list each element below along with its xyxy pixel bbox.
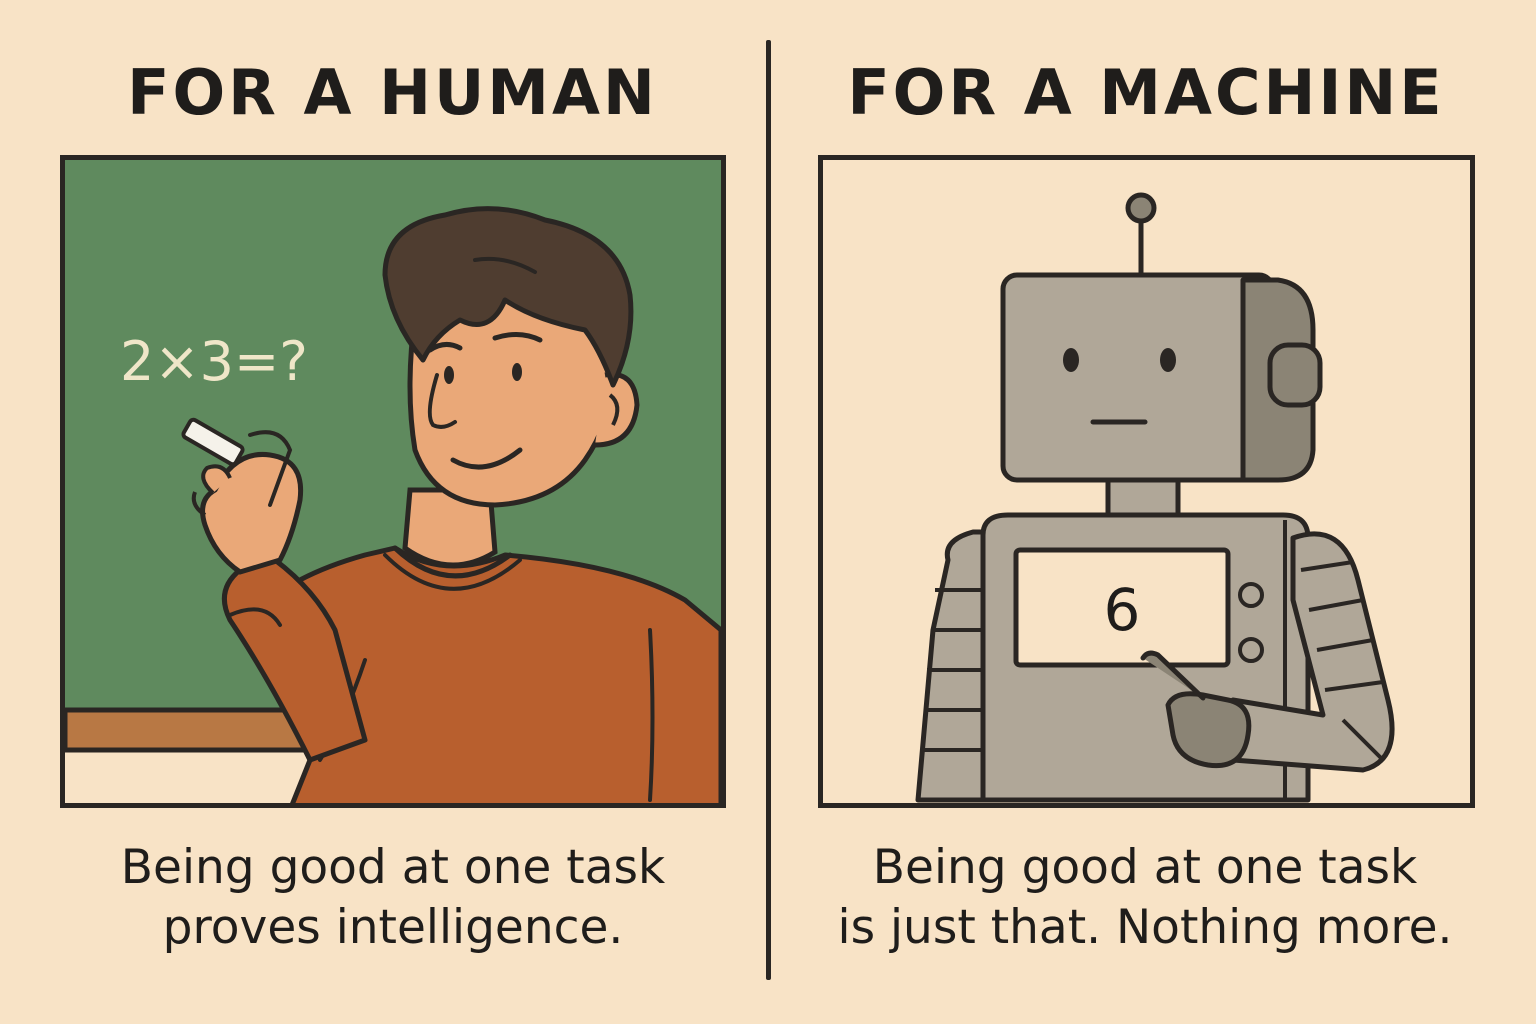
machine-caption-line1: Being good at one task <box>872 840 1418 895</box>
robot-right-eye <box>1160 348 1176 372</box>
robot-ear <box>1267 342 1323 408</box>
center-divider <box>766 40 771 980</box>
robot-left-eye <box>1063 348 1079 372</box>
human-illustration: 2×3=? <box>65 206 721 803</box>
robot-head <box>1000 272 1276 483</box>
machine-heading: FOR A MACHINE <box>847 56 1445 129</box>
human-panel: 2×3=? <box>60 155 726 808</box>
machine-caption-line2: is just that. Nothing more. <box>837 900 1453 955</box>
robot-button-1 <box>1238 582 1264 608</box>
robot-button-2 <box>1238 637 1264 663</box>
human-caption: Being good at one task proves intelligen… <box>60 838 726 978</box>
human-caption-line2: proves intelligence. <box>162 900 624 955</box>
left-eye <box>444 366 454 384</box>
chalkboard-equation: 2×3=? <box>120 330 308 393</box>
right-eye <box>512 363 522 381</box>
robot-illustration: 6 <box>915 192 1395 803</box>
robot-screen-value: 6 <box>1104 576 1141 644</box>
machine-panel: 6 <box>818 155 1475 808</box>
robot-antenna-icon <box>1125 192 1157 275</box>
human-heading: FOR A HUMAN <box>127 56 658 129</box>
chalk-icon <box>181 417 245 467</box>
machine-caption: Being good at one task is just that. Not… <box>800 838 1490 978</box>
human-caption-line1: Being good at one task <box>120 840 666 895</box>
